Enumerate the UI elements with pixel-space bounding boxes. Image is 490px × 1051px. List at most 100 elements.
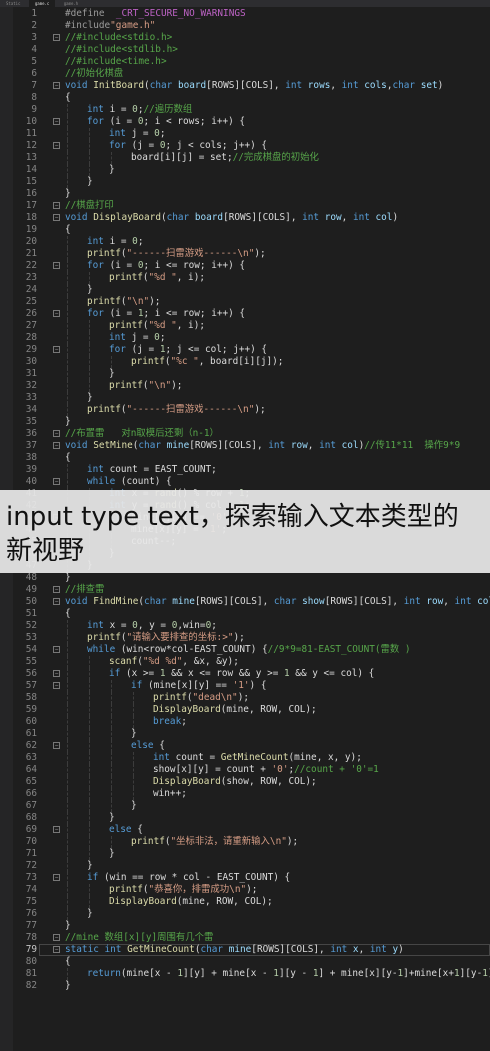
code-line[interactable]: 81 return(mine[x - 1][y] + mine[x - 1][y … <box>13 968 490 980</box>
code-line[interactable]: 62 − else { <box>13 740 490 752</box>
code-line[interactable]: 49 −//排查雷 <box>13 584 490 596</box>
collapse-icon[interactable]: − <box>53 934 60 941</box>
code-line[interactable]: 18 − void DisplayBoard(char board[ROWS][CO… <box>13 212 490 224</box>
code-line[interactable]: 65 DisplayBoard(show, ROW, COL); <box>13 776 490 788</box>
code-line[interactable]: 3 −//#include<stdio.h> <box>13 32 490 44</box>
code-line[interactable]: 74 printf("恭喜你，排雷成功\n"); <box>13 884 490 896</box>
collapse-icon[interactable]: − <box>53 142 60 149</box>
code-line[interactable]: 75 DisplayBoard(mine, ROW, COL); <box>13 896 490 908</box>
code-line[interactable]: 25 printf("\n"); <box>13 296 490 308</box>
collapse-icon[interactable]: − <box>53 646 60 653</box>
tab-game-c[interactable]: game.c <box>28 0 56 7</box>
code-line[interactable]: 28 int j = 0; <box>13 332 490 344</box>
collapse-icon[interactable]: − <box>53 478 60 485</box>
code-line[interactable]: 72} <box>13 860 490 872</box>
code-line[interactable]: 26 − for (i = 1; i <= row; i++) { <box>13 308 490 320</box>
code-line[interactable]: 53 printf("请输入要排查的坐标:>"); <box>13 632 490 644</box>
collapse-icon[interactable]: − <box>53 346 60 353</box>
collapse-icon[interactable]: − <box>53 82 60 89</box>
code-line[interactable]: 67} <box>13 800 490 812</box>
code-line[interactable]: 4 //#include<stdlib.h> <box>13 44 490 56</box>
code-line[interactable]: 80 { <box>13 956 490 968</box>
collapse-icon[interactable]: − <box>53 310 60 317</box>
code-line[interactable]: 63 int count = GetMineCount(mine, x, y); <box>13 752 490 764</box>
code-line[interactable]: 21 printf("------扫雷游戏------\n"); <box>13 248 490 260</box>
code-line[interactable]: 8{ <box>13 92 490 104</box>
code-line[interactable]: 23 printf("%d ", i); <box>13 272 490 284</box>
collapse-icon[interactable]: − <box>53 586 60 593</box>
collapse-icon[interactable]: − <box>53 214 60 221</box>
code-line[interactable]: 6 //初始化棋盘 <box>13 68 490 80</box>
code-line[interactable]: 38 { <box>13 452 490 464</box>
code-line[interactable]: 9 int i = 0;//遍历数组 <box>13 104 490 116</box>
code-line[interactable]: 16} <box>13 188 490 200</box>
code-line[interactable]: 20 int i = 0; <box>13 236 490 248</box>
code-line[interactable]: 82} <box>13 980 490 992</box>
code-line[interactable]: 73 − if (win == row * col - EAST_COUNT) { <box>13 872 490 884</box>
code-line[interactable]: 2 #include"game.h" <box>13 20 490 32</box>
collapse-icon[interactable]: − <box>53 742 60 749</box>
code-line[interactable]: 30 printf("%c ", board[i][j]); <box>13 356 490 368</box>
code-line[interactable]: 13 board[i][j] = set;//完成棋盘的初始化 <box>13 152 490 164</box>
code-line[interactable]: 17 −//棋盘打印 <box>13 200 490 212</box>
code-line[interactable]: 55 scanf("%d %d", &x, &y); <box>13 656 490 668</box>
code-line[interactable]: 70 printf("坐标非法，请重新输入\n"); <box>13 836 490 848</box>
code-line[interactable]: 12 − for (j = 0; j < cols; j++) { <box>13 140 490 152</box>
code-line[interactable]: 31} <box>13 368 490 380</box>
code-line[interactable]: 61} <box>13 728 490 740</box>
collapse-icon[interactable]: − <box>53 598 60 605</box>
code-line[interactable]: 48} <box>13 572 490 584</box>
code-line[interactable]: 35} <box>13 416 490 428</box>
code-line[interactable]: 71} <box>13 848 490 860</box>
code-line[interactable]: 58 printf("dead\n"); <box>13 692 490 704</box>
code-line[interactable]: 22 − for (i = 0; i <= row; i++) { <box>13 260 490 272</box>
code-line[interactable]: 36 −//布置雷 对n取模后还剩（n-1） <box>13 428 490 440</box>
code-line[interactable]: 7 − void InitBoard(char board[ROWS][COLS],… <box>13 80 490 92</box>
code-line[interactable]: 10 − for (i = 0; i < rows; i++) { <box>13 116 490 128</box>
code-line[interactable]: 5 //#include<time.h> <box>13 56 490 68</box>
code-line[interactable]: 64 show[x][y] = count + '0';//count + '0'… <box>13 764 490 776</box>
code-line[interactable]: 59 DisplayBoard(mine, ROW, COL); <box>13 704 490 716</box>
collapse-icon[interactable]: − <box>53 670 60 677</box>
code-line[interactable]: 29 − for (j = 1; j <= col; j++) { <box>13 344 490 356</box>
collapse-icon[interactable]: − <box>53 682 60 689</box>
code-line[interactable]: 54 − while (win<row*col-EAST_COUNT) {//9*9… <box>13 644 490 656</box>
code-line[interactable]: 15} <box>13 176 490 188</box>
code-line[interactable]: 34 printf("------扫雷游戏------\n"); <box>13 404 490 416</box>
code-line[interactable]: 33} <box>13 392 490 404</box>
code-line[interactable]: 39 int count = EAST_COUNT; <box>13 464 490 476</box>
code-line[interactable]: 79 − static int GetMineCount(char mine[ROW… <box>13 944 490 956</box>
code-line[interactable]: 1 #define _CRT_SECURE_NO_WARNINGS <box>13 8 490 20</box>
code-line[interactable]: 60 break; <box>13 716 490 728</box>
collapse-icon[interactable]: − <box>53 442 60 449</box>
code-line[interactable]: 50 − void FindMine(char mine[ROWS][COLS], … <box>13 596 490 608</box>
collapse-icon[interactable]: − <box>53 946 60 953</box>
code-line[interactable]: 32 printf("\n"); <box>13 380 490 392</box>
collapse-icon[interactable]: − <box>53 874 60 881</box>
collapse-icon[interactable]: − <box>53 118 60 125</box>
code-line[interactable]: 78 −//mine 数组[x][y]周围有几个雷 <box>13 932 490 944</box>
code-line[interactable]: 66 win++; <box>13 788 490 800</box>
collapse-icon[interactable]: − <box>53 34 60 41</box>
code-line[interactable]: 52 int x = 0, y = 0,win=0; <box>13 620 490 632</box>
tab-static[interactable]: Static <box>0 0 26 7</box>
code-line[interactable]: 27 printf("%d ", i); <box>13 320 490 332</box>
collapse-icon[interactable]: − <box>53 202 60 209</box>
code-line[interactable]: 57 − if (mine[x][y] == '1') { <box>13 680 490 692</box>
collapse-icon[interactable]: − <box>53 262 60 269</box>
code-line[interactable]: 56 − if (x >= 1 && x <= row && y >= 1 && y… <box>13 668 490 680</box>
code-line[interactable]: 11 int j = 0; <box>13 128 490 140</box>
code-line[interactable]: 76} <box>13 908 490 920</box>
code-line[interactable]: 37 − void SetMine(char mine[ROWS][COLS], i… <box>13 440 490 452</box>
code-line[interactable]: 69 − else { <box>13 824 490 836</box>
code-line[interactable]: 68} <box>13 812 490 824</box>
code-line[interactable]: 19 { <box>13 224 490 236</box>
code-line[interactable]: 51 { <box>13 608 490 620</box>
collapse-icon[interactable]: − <box>53 826 60 833</box>
code-line[interactable]: 77} <box>13 920 490 932</box>
code-line[interactable]: 40 − while (count) { <box>13 476 490 488</box>
collapse-icon[interactable]: − <box>53 430 60 437</box>
tab-game-h[interactable]: game.h <box>58 0 84 7</box>
code-line[interactable]: 14} <box>13 164 490 176</box>
code-line[interactable]: 24} <box>13 284 490 296</box>
